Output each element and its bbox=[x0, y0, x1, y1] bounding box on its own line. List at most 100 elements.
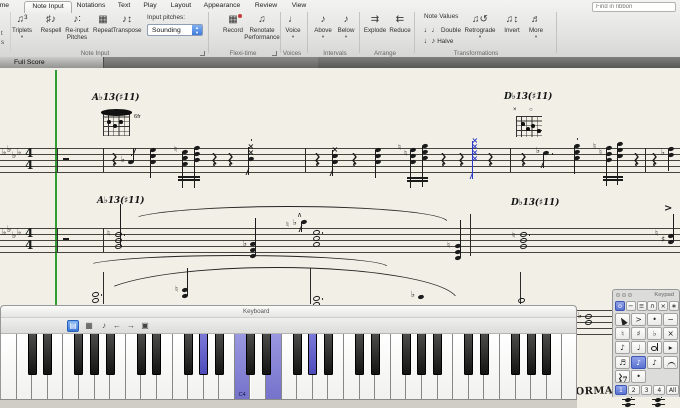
find-in-ribbon-input[interactable] bbox=[592, 2, 676, 12]
voice-2-button[interactable]: 2 bbox=[628, 385, 640, 395]
chord-symbol[interactable]: D♭13(♯11) bbox=[504, 92, 552, 102]
transpose-button[interactable]: ♪↕Transpose bbox=[107, 12, 147, 34]
black-key[interactable] bbox=[480, 334, 489, 375]
keypad-page-2[interactable]: − bbox=[626, 301, 636, 311]
black-key[interactable] bbox=[371, 334, 380, 375]
black-key[interactable] bbox=[308, 334, 317, 375]
tab-home[interactable]: Home bbox=[0, 1, 16, 11]
keypad-panel-titlebar[interactable]: Keypad bbox=[613, 290, 679, 300]
panel-dot-icon[interactable] bbox=[616, 293, 620, 297]
voice-4-button[interactable]: 4 bbox=[653, 385, 665, 395]
keypad-rest[interactable]: 7 bbox=[615, 370, 630, 383]
keypad-page-3[interactable]: ≡ bbox=[637, 301, 647, 311]
keypad-grace-note[interactable]: ▸ bbox=[663, 341, 678, 354]
chord-symbol[interactable]: D♭13(♯11) bbox=[511, 198, 559, 208]
black-key[interactable] bbox=[293, 334, 302, 375]
keyboard-panel-titlebar[interactable]: Keyboard bbox=[1, 306, 576, 318]
voice-1-button[interactable]: 1 bbox=[615, 385, 627, 395]
notehead[interactable] bbox=[625, 402, 632, 408]
quarter-rest[interactable] bbox=[652, 153, 657, 166]
black-key[interactable] bbox=[417, 334, 426, 375]
keypad-natural[interactable]: ♮ bbox=[615, 327, 630, 340]
retrograde-button[interactable]: ♫↺Retrograde▾ bbox=[459, 12, 501, 39]
panel-dot-icon[interactable] bbox=[622, 293, 626, 297]
keypad-page-5[interactable]: × bbox=[658, 301, 668, 311]
voice-button[interactable]: ♩Voice▾ bbox=[281, 12, 305, 39]
dialog-launcher-icon[interactable] bbox=[200, 51, 205, 56]
black-key[interactable] bbox=[152, 334, 161, 375]
notehead[interactable] bbox=[92, 297, 100, 303]
tab-view[interactable]: View bbox=[286, 1, 312, 11]
notehead[interactable] bbox=[655, 402, 662, 408]
quarter-rest[interactable] bbox=[488, 153, 493, 166]
panel-options-icon[interactable]: ▣ bbox=[139, 320, 151, 332]
black-key[interactable] bbox=[464, 334, 473, 375]
tab-text[interactable]: Text bbox=[112, 1, 136, 11]
black-key[interactable] bbox=[137, 334, 146, 375]
halve-button[interactable]: ♩♪Halve bbox=[424, 36, 453, 45]
black-key[interactable] bbox=[215, 334, 224, 375]
tab-note-input[interactable]: Note Input bbox=[24, 1, 72, 13]
keypad-sharp[interactable]: ♯ bbox=[631, 327, 646, 340]
black-key[interactable] bbox=[43, 334, 52, 375]
reduce-button[interactable]: ⇇Reduce bbox=[387, 12, 413, 34]
black-key[interactable] bbox=[355, 334, 364, 375]
white-key[interactable] bbox=[1, 334, 17, 400]
tab-review[interactable]: Review bbox=[250, 1, 282, 11]
shift-right-icon[interactable]: → bbox=[125, 320, 137, 332]
keypad-eighth-note[interactable]: ♪ bbox=[615, 341, 630, 354]
chord-symbol[interactable]: A♭13(♯11) bbox=[97, 196, 144, 206]
shift-left-icon[interactable]: ← bbox=[111, 320, 123, 332]
keypad-dotted-note[interactable]: ♪ bbox=[647, 356, 662, 369]
invert-button[interactable]: ♫↕Invert bbox=[500, 12, 524, 34]
black-key[interactable] bbox=[542, 334, 551, 375]
black-key[interactable] bbox=[433, 334, 442, 375]
panel-dot-icon[interactable] bbox=[628, 293, 632, 297]
renotate-performance-button[interactable]: ♫RenotatePerformance bbox=[244, 12, 280, 41]
tab-appearance[interactable]: Appearance bbox=[200, 1, 244, 11]
black-key[interactable] bbox=[324, 334, 333, 375]
dialog-launcher-icon[interactable] bbox=[272, 51, 277, 56]
tab-notations[interactable]: Notations bbox=[72, 1, 110, 11]
triplets-button[interactable]: ♫³Triplets▾ bbox=[7, 12, 37, 39]
settings-icon[interactable]: ▤ bbox=[67, 320, 79, 332]
chord-symbol[interactable]: A♭13(♯11) bbox=[92, 93, 139, 103]
black-key[interactable] bbox=[28, 334, 37, 375]
above-button[interactable]: ♪Above▾ bbox=[311, 12, 335, 39]
note-entry-icon[interactable]: ♪ bbox=[98, 320, 110, 332]
quarter-rest[interactable] bbox=[459, 153, 464, 166]
voice-all-button[interactable]: All bbox=[666, 385, 679, 395]
keypad-tie[interactable] bbox=[663, 356, 678, 369]
black-key[interactable] bbox=[199, 334, 208, 375]
below-button[interactable]: ♪Below▾ bbox=[334, 12, 358, 39]
black-key[interactable] bbox=[246, 334, 255, 375]
black-key[interactable] bbox=[402, 334, 411, 375]
tab-layout[interactable]: Layout bbox=[166, 1, 196, 11]
black-key[interactable] bbox=[511, 334, 520, 375]
quarter-rest[interactable] bbox=[441, 153, 446, 166]
record-button[interactable]: ▦Record bbox=[221, 12, 245, 34]
quarter-rest[interactable] bbox=[634, 153, 639, 166]
keypad-eighth-note-selected[interactable]: ♪ bbox=[631, 356, 646, 369]
white-key[interactable] bbox=[562, 334, 576, 400]
quarter-rest[interactable] bbox=[315, 153, 320, 166]
more-button[interactable]: ♬More▾ bbox=[525, 12, 547, 39]
quarter-rest[interactable] bbox=[521, 153, 526, 166]
black-key[interactable] bbox=[74, 334, 83, 375]
half-rest[interactable] bbox=[63, 238, 69, 241]
quarter-rest[interactable] bbox=[112, 153, 117, 166]
keypad-flat[interactable]: ♭ bbox=[647, 327, 662, 340]
keypad-half-note[interactable] bbox=[647, 341, 662, 354]
stepper-icon[interactable]: ▲▼ bbox=[192, 25, 202, 35]
keypad-double-sharp[interactable]: × bbox=[663, 327, 678, 340]
keypad-page-6[interactable]: ∗ bbox=[669, 301, 679, 311]
keypad-page-1[interactable]: o bbox=[615, 301, 625, 311]
keypad-cursor[interactable] bbox=[615, 313, 630, 326]
black-key[interactable] bbox=[184, 334, 193, 375]
keypad-page-4[interactable]: ∩ bbox=[647, 301, 657, 311]
double-button[interactable]: ♩♩Double bbox=[424, 25, 461, 34]
tab-play[interactable]: Play bbox=[138, 1, 162, 11]
quarter-rest[interactable] bbox=[228, 153, 233, 166]
black-key[interactable] bbox=[527, 334, 536, 375]
keypad-quarter-note[interactable]: ♩ bbox=[631, 341, 646, 354]
